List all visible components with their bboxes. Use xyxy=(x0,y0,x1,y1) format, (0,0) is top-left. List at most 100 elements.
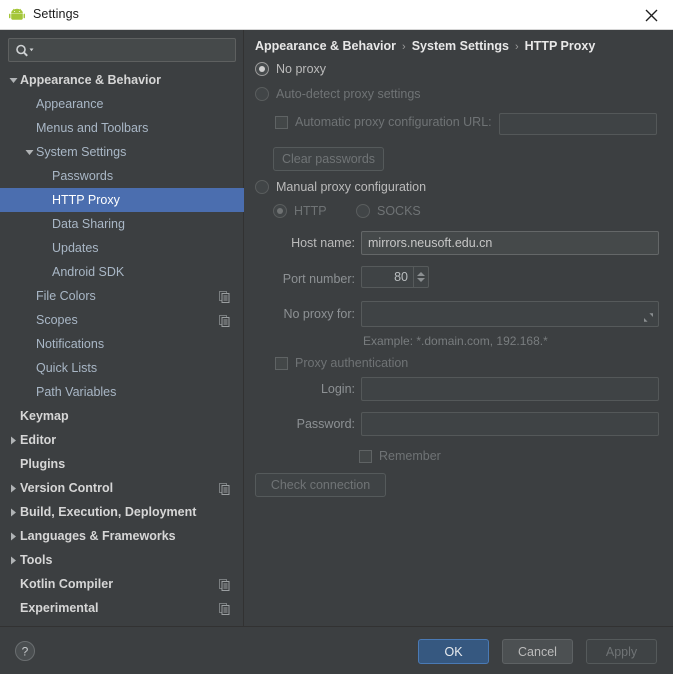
breadcrumb-item[interactable]: System Settings xyxy=(412,39,509,53)
password-label: Password: xyxy=(296,417,355,431)
sidebar-item-path-variables[interactable]: Path Variables xyxy=(0,380,244,404)
close-icon[interactable] xyxy=(629,0,673,30)
breadcrumb-item[interactable]: Appearance & Behavior xyxy=(255,39,396,53)
sidebar-item-passwords[interactable]: Passwords xyxy=(0,164,244,188)
chevron-down-icon[interactable] xyxy=(417,278,425,282)
cancel-button[interactable]: Cancel xyxy=(502,639,573,664)
sidebar-item-label: Android SDK xyxy=(52,265,125,279)
chevron-right-icon[interactable] xyxy=(6,548,20,572)
host-name-input[interactable] xyxy=(361,231,659,255)
sidebar-item-data-sharing[interactable]: Data Sharing xyxy=(0,212,244,236)
sidebar-item-experimental[interactable]: Experimental xyxy=(0,596,244,620)
check-connection-button[interactable]: Check connection xyxy=(255,473,386,497)
sidebar-item-label: HTTP Proxy xyxy=(52,193,120,207)
chevron-right-icon[interactable] xyxy=(6,428,20,452)
checkbox-remember-label: Remember xyxy=(379,449,441,463)
sidebar-item-quick-lists[interactable]: Quick Lists xyxy=(0,356,244,380)
radio-mark xyxy=(273,204,287,218)
help-icon[interactable]: ? xyxy=(14,640,36,662)
radio-http[interactable]: HTTP xyxy=(273,204,327,218)
sidebar-item-label: Path Variables xyxy=(36,385,117,399)
radio-http-label: HTTP xyxy=(294,204,327,218)
search-box[interactable] xyxy=(8,38,236,62)
radio-mark xyxy=(255,62,269,76)
port-number-spinner[interactable]: 80 xyxy=(361,266,429,288)
sidebar-item-file-colors[interactable]: File Colors xyxy=(0,284,244,308)
sidebar-item-updates[interactable]: Updates xyxy=(0,236,244,260)
chevron-up-icon[interactable] xyxy=(417,272,425,276)
checkbox-proxy-auth-label: Proxy authentication xyxy=(295,356,409,370)
chevron-down-icon[interactable] xyxy=(22,140,36,164)
radio-socks[interactable]: SOCKS xyxy=(356,204,421,218)
sidebar-item-label: Languages & Frameworks xyxy=(20,529,176,543)
radio-mark xyxy=(255,87,269,101)
sidebar-item-label: Data Sharing xyxy=(52,217,125,231)
radio-auto-detect-label: Auto-detect proxy settings xyxy=(276,87,421,101)
sidebar-item-editor[interactable]: Editor xyxy=(0,428,244,452)
spinner-arrows[interactable] xyxy=(413,267,428,287)
automatic-proxy-config-url-input[interactable] xyxy=(499,113,657,135)
sidebar-item-notifications[interactable]: Notifications xyxy=(0,332,244,356)
no-proxy-example-text: Example: *.domain.com, 192.168.* xyxy=(363,334,548,348)
radio-socks-label: SOCKS xyxy=(377,204,421,218)
sidebar-item-android-sdk[interactable]: Android SDK xyxy=(0,260,244,284)
sidebar-item-version-control[interactable]: Version Control xyxy=(0,476,244,500)
checkbox-automatic-proxy-config-url[interactable]: Automatic proxy configuration URL: xyxy=(275,115,492,129)
sidebar-item-languages-and-frameworks[interactable]: Languages & Frameworks xyxy=(0,524,244,548)
sidebar-item-tools[interactable]: Tools xyxy=(0,548,244,572)
radio-manual-proxy-label: Manual proxy configuration xyxy=(276,180,427,194)
dialog-body: Appearance & Behavior Appearance Menus and… xyxy=(0,30,673,626)
sidebar-item-label: Tools xyxy=(20,553,53,567)
sidebar-item-label: Scopes xyxy=(36,313,78,327)
clear-passwords-button[interactable]: Clear passwords xyxy=(273,147,384,171)
sidebar-item-menus-and-toolbars[interactable]: Menus and Toolbars xyxy=(0,116,244,140)
sidebar-item-label: Plugins xyxy=(20,457,66,471)
login-input[interactable] xyxy=(361,377,659,401)
sidebar-item-label: Appearance & Behavior xyxy=(20,73,162,87)
chevron-right-icon[interactable] xyxy=(6,524,20,548)
android-icon xyxy=(9,8,25,22)
copy-settings-icon xyxy=(219,314,230,327)
ok-button[interactable]: OK xyxy=(418,639,489,664)
chevron-down-icon[interactable] xyxy=(6,68,20,92)
sidebar-item-label: Kotlin Compiler xyxy=(20,577,114,591)
sidebar-item-appearance[interactable]: Appearance xyxy=(0,92,244,116)
no-proxy-for-label: No proxy for: xyxy=(283,307,355,321)
sidebar-item-label: Updates xyxy=(52,241,99,255)
radio-mark xyxy=(356,204,370,218)
copy-settings-icon xyxy=(219,482,230,495)
checkbox-mark xyxy=(275,356,288,370)
checkbox-proxy-authentication[interactable]: Proxy authentication xyxy=(275,356,408,370)
sidebar-item-plugins[interactable]: Plugins xyxy=(0,452,244,476)
sidebar-item-label: Version Control xyxy=(20,481,114,495)
svg-text:?: ? xyxy=(22,645,29,659)
radio-manual-proxy-configuration[interactable]: Manual proxy configuration xyxy=(255,180,426,194)
apply-button[interactable]: Apply xyxy=(586,639,657,664)
password-input[interactable] xyxy=(361,412,659,436)
checkbox-remember[interactable]: Remember xyxy=(359,449,441,463)
sidebar-item-label: Keymap xyxy=(20,409,69,423)
radio-mark xyxy=(255,180,269,194)
radio-no-proxy[interactable]: No proxy xyxy=(255,62,326,76)
sidebar-item-label: Build, Execution, Deployment xyxy=(20,505,197,519)
search-input[interactable] xyxy=(37,39,233,61)
checkbox-mark xyxy=(275,115,288,129)
no-proxy-for-input[interactable] xyxy=(361,301,659,327)
host-name-label: Host name: xyxy=(291,236,355,250)
sidebar-item-appearance-and-behavior[interactable]: Appearance & Behavior xyxy=(0,68,244,92)
radio-auto-detect-proxy[interactable]: Auto-detect proxy settings xyxy=(255,87,421,101)
chevron-right-icon[interactable] xyxy=(6,476,20,500)
search-icon[interactable] xyxy=(14,43,36,58)
copy-settings-icon xyxy=(219,602,230,615)
sidebar-item-system-settings[interactable]: System Settings xyxy=(0,140,244,164)
sidebar-item-label: System Settings xyxy=(36,145,127,159)
sidebar-item-http-proxy[interactable]: HTTP Proxy xyxy=(0,188,244,212)
sidebar-item-kotlin-compiler[interactable]: Kotlin Compiler xyxy=(0,572,244,596)
chevron-right-icon[interactable] xyxy=(6,500,20,524)
sidebar-item-scopes[interactable]: Scopes xyxy=(0,308,244,332)
expand-icon[interactable] xyxy=(642,311,655,324)
sidebar-item-build-execution-deployment[interactable]: Build, Execution, Deployment xyxy=(0,500,244,524)
login-label: Login: xyxy=(320,382,355,396)
checkbox-auto-config-url-label: Automatic proxy configuration URL: xyxy=(295,115,492,129)
sidebar-item-keymap[interactable]: Keymap xyxy=(0,404,244,428)
